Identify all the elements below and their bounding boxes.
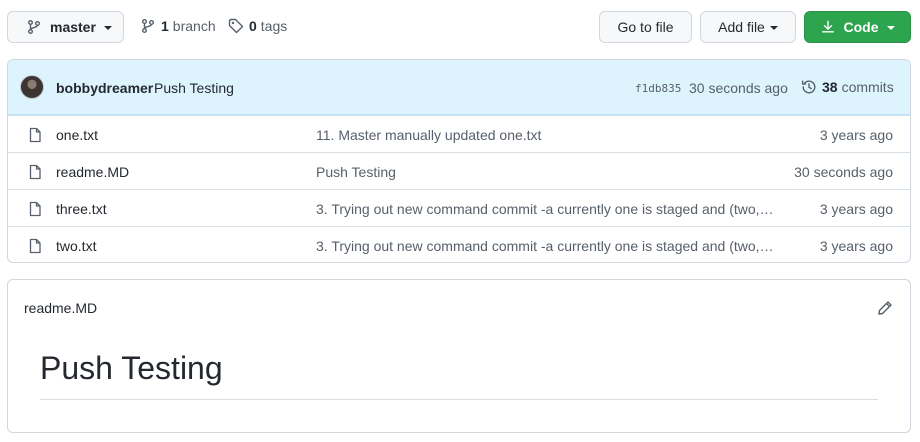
branch-name: master — [50, 19, 96, 35]
git-branch-icon — [28, 20, 40, 34]
readme-panel: readme.MD Push Testing — [7, 279, 911, 433]
commit-count: 38 — [822, 79, 838, 95]
readme-filename-link[interactable]: readme.MD — [24, 300, 97, 316]
commit-sha-link[interactable]: f1db835 — [635, 82, 681, 95]
tag-count: 0 — [249, 18, 257, 34]
commit-message-link[interactable]: Push Testing — [154, 80, 234, 96]
file-commit-message-link[interactable]: 3. Trying out new command commit -a curr… — [316, 201, 776, 217]
branch-count: 1 — [161, 18, 169, 34]
branch-selector-button[interactable]: master — [7, 11, 124, 43]
commit-time: 30 seconds ago — [689, 80, 788, 96]
avatar[interactable] — [20, 75, 44, 99]
code-button[interactable]: Code — [804, 11, 911, 43]
add-file-button[interactable]: Add file — [700, 11, 796, 43]
commit-label: commits — [841, 79, 894, 95]
file-commit-age: 30 seconds ago — [794, 164, 893, 180]
file-name-link[interactable]: three.txt — [56, 201, 107, 217]
tag-label: tags — [260, 18, 288, 34]
file-icon — [29, 164, 41, 180]
commit-author-link[interactable]: bobbydreamer — [56, 80, 153, 96]
heading-divider — [40, 399, 878, 400]
download-icon — [821, 20, 834, 33]
pencil-icon[interactable] — [877, 300, 893, 316]
file-row: two.txt 3. Trying out new command commit… — [8, 226, 910, 262]
file-name-link[interactable]: two.txt — [56, 238, 96, 254]
file-commit-age: 3 years ago — [819, 238, 893, 254]
readme-heading: Push Testing — [40, 350, 223, 386]
branch-label: branch — [172, 18, 216, 34]
tag-icon — [228, 18, 244, 34]
file-commit-age: 3 years ago — [819, 127, 893, 143]
file-row: three.txt 3. Trying out new command comm… — [8, 189, 910, 226]
git-branch-icon — [142, 19, 154, 33]
file-commit-age: 3 years ago — [819, 201, 893, 217]
history-icon — [801, 80, 816, 94]
file-row: one.txt 11. Master manually updated one.… — [8, 115, 910, 152]
chevron-down-icon — [769, 26, 778, 30]
file-listing: bobbydreamer Push Testing f1db835 30 sec… — [7, 59, 911, 263]
file-row: readme.MD Push Testing 30 seconds ago — [8, 152, 910, 189]
file-icon — [29, 201, 41, 217]
file-commit-message-link[interactable]: 3. Trying out new command commit -a curr… — [316, 238, 776, 254]
branches-link[interactable]: 1 branch — [140, 18, 216, 34]
commits-history-link[interactable]: 38 commits — [801, 79, 894, 95]
go-to-file-button[interactable]: Go to file — [599, 11, 692, 43]
file-icon — [29, 127, 41, 143]
file-name-link[interactable]: readme.MD — [56, 164, 129, 180]
file-name-link[interactable]: one.txt — [56, 127, 98, 143]
latest-commit-bar: bobbydreamer Push Testing f1db835 30 sec… — [8, 60, 910, 115]
tags-link[interactable]: 0 tags — [228, 18, 287, 34]
chevron-down-icon — [103, 26, 112, 30]
add-file-label: Add file — [718, 19, 765, 35]
file-commit-message-link[interactable]: 11. Master manually updated one.txt — [316, 127, 776, 143]
chevron-down-icon — [886, 26, 895, 30]
code-label: Code — [843, 19, 879, 35]
file-icon — [29, 238, 41, 254]
file-commit-message-link[interactable]: Push Testing — [316, 164, 776, 180]
